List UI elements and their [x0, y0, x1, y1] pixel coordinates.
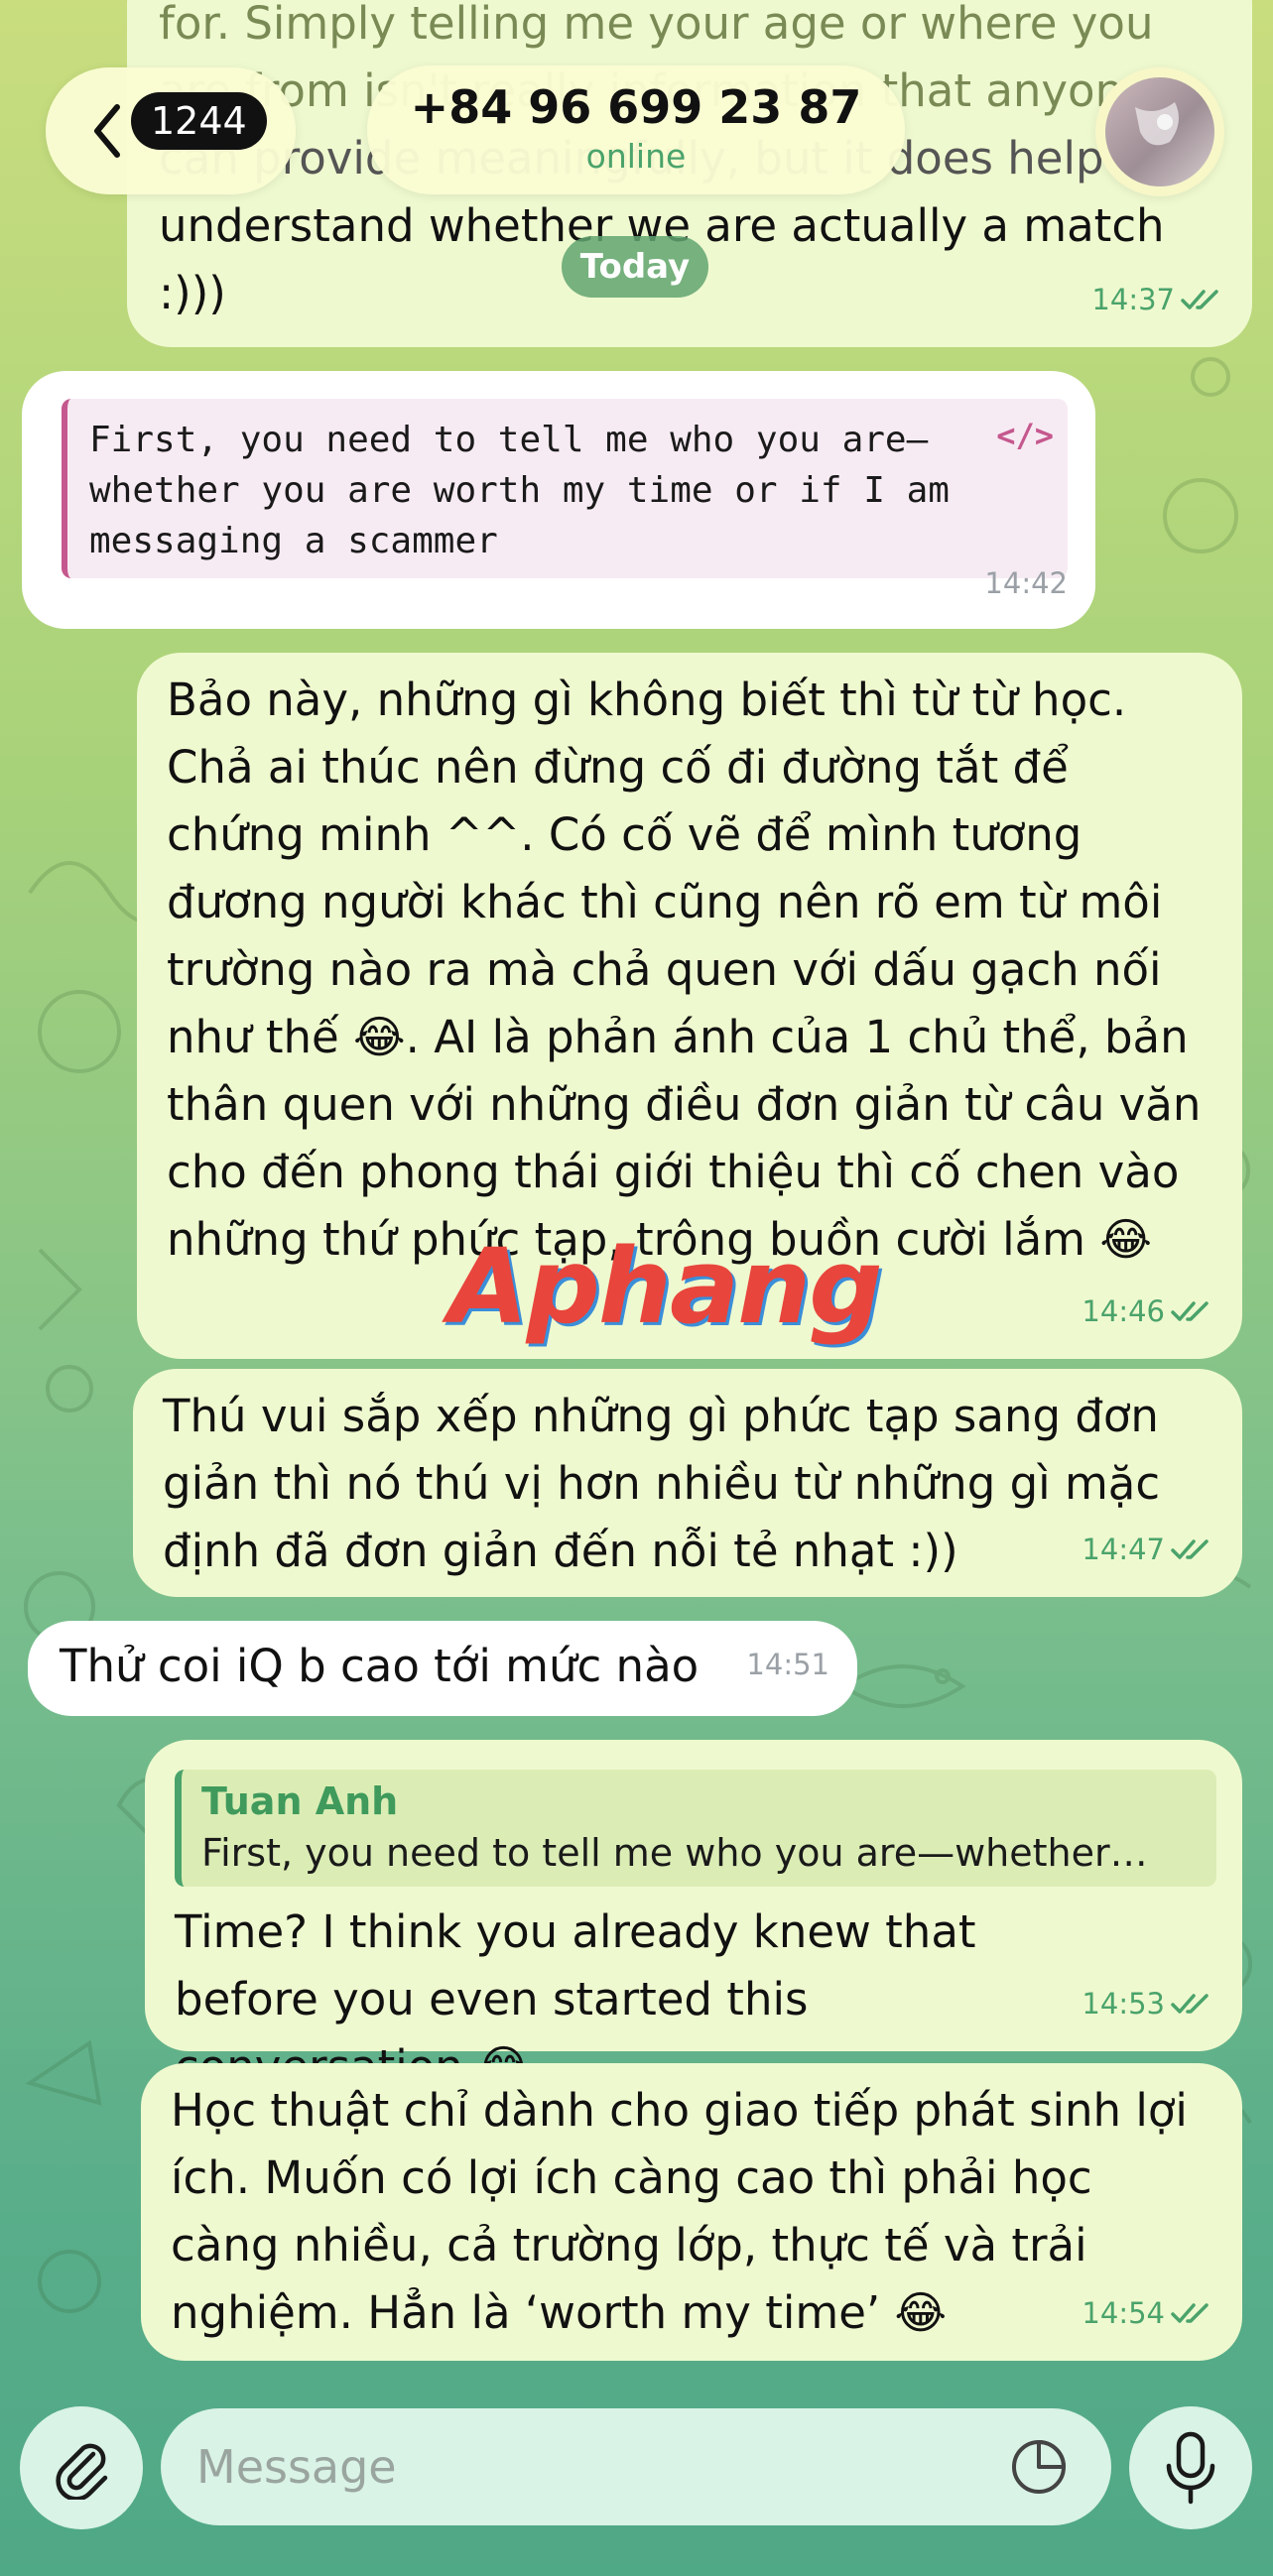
message-bubble-incoming[interactable]: </> First, you need to tell me who you a…: [22, 371, 1095, 629]
message-bubble-outgoing[interactable]: Thú vui sắp xếp những gì phức tạp sang đ…: [133, 1369, 1242, 1597]
code-block[interactable]: </> First, you need to tell me who you a…: [62, 399, 1068, 578]
chat-area: for. Simply telling me your age or where…: [0, 0, 1273, 2576]
message-meta: 14:42: [984, 550, 1068, 617]
message-meta: 14:47: [1082, 1516, 1214, 1583]
chevron-left-icon: [94, 104, 120, 158]
message-meta: 14:53: [1082, 1970, 1214, 2037]
message-time: 14:53: [1082, 1987, 1165, 2021]
message-time: 14:42: [984, 566, 1068, 600]
sticker-icon[interactable]: [1008, 2436, 1070, 2498]
message-text: Thú vui sắp xếp những gì phức tạp sang đ…: [163, 1390, 1161, 1577]
back-button[interactable]: 1244: [46, 67, 296, 194]
message-bubble-incoming[interactable]: Thử coi iQ b cao tới mức nào 14:51: [28, 1621, 857, 1716]
paperclip-icon: [56, 2443, 108, 2500]
voice-record-button[interactable]: [1129, 2406, 1252, 2529]
message-text: Học thuật chỉ dành cho giao tiếp phát si…: [171, 2084, 1188, 2339]
message-text: Bảo này, những gì không biết thì từ từ h…: [167, 674, 1202, 1266]
attach-button[interactable]: [20, 2406, 143, 2529]
message-input[interactable]: Message: [196, 2438, 397, 2496]
message-time: 14:46: [1082, 1294, 1165, 1328]
message-bubble-outgoing[interactable]: Học thuật chỉ dành cho giao tiếp phát si…: [141, 2063, 1242, 2361]
message-time: 14:51: [746, 1648, 829, 1681]
avatar[interactable]: [1095, 67, 1224, 196]
message-meta: 14:54: [1082, 2279, 1214, 2347]
message-bubble-outgoing[interactable]: Bảo này, những gì không biết thì từ từ h…: [137, 653, 1242, 1359]
message-time: 14:37: [1091, 283, 1175, 316]
date-separator: Today: [562, 236, 708, 298]
double-check-icon: [1171, 2303, 1209, 2323]
reply-snippet: First, you need to tell me who you are—w…: [201, 1831, 1148, 1875]
chat-title-area[interactable]: +84 96 699 23 87 online: [367, 65, 905, 194]
message-meta: 14:37: [1091, 266, 1224, 333]
code-icon: </>: [996, 417, 1054, 454]
message-meta: 14:51: [746, 1631, 829, 1698]
unread-count-badge: 1244: [131, 92, 267, 150]
message-time: 14:54: [1082, 2296, 1165, 2330]
contact-status: online: [585, 137, 687, 176]
double-check-icon: [1171, 1301, 1209, 1321]
message-input-bar[interactable]: Message: [161, 2408, 1111, 2525]
microphone-icon: [1166, 2431, 1215, 2505]
double-check-icon: [1171, 1539, 1209, 1559]
message-time: 14:47: [1082, 1533, 1165, 1566]
double-check-icon: [1171, 1994, 1209, 2014]
message-text: Thử coi iQ b cao tới mức nào: [60, 1640, 700, 1692]
reply-preview[interactable]: Tuan Anh First, you need to tell me who …: [175, 1770, 1216, 1887]
message-meta: 14:46: [1082, 1278, 1214, 1345]
contact-name: +84 96 699 23 87: [410, 80, 862, 134]
message-bubble-outgoing[interactable]: Tuan Anh First, you need to tell me who …: [145, 1740, 1242, 2093]
double-check-icon: [1181, 290, 1218, 309]
reply-author: Tuan Anh: [201, 1779, 399, 1823]
